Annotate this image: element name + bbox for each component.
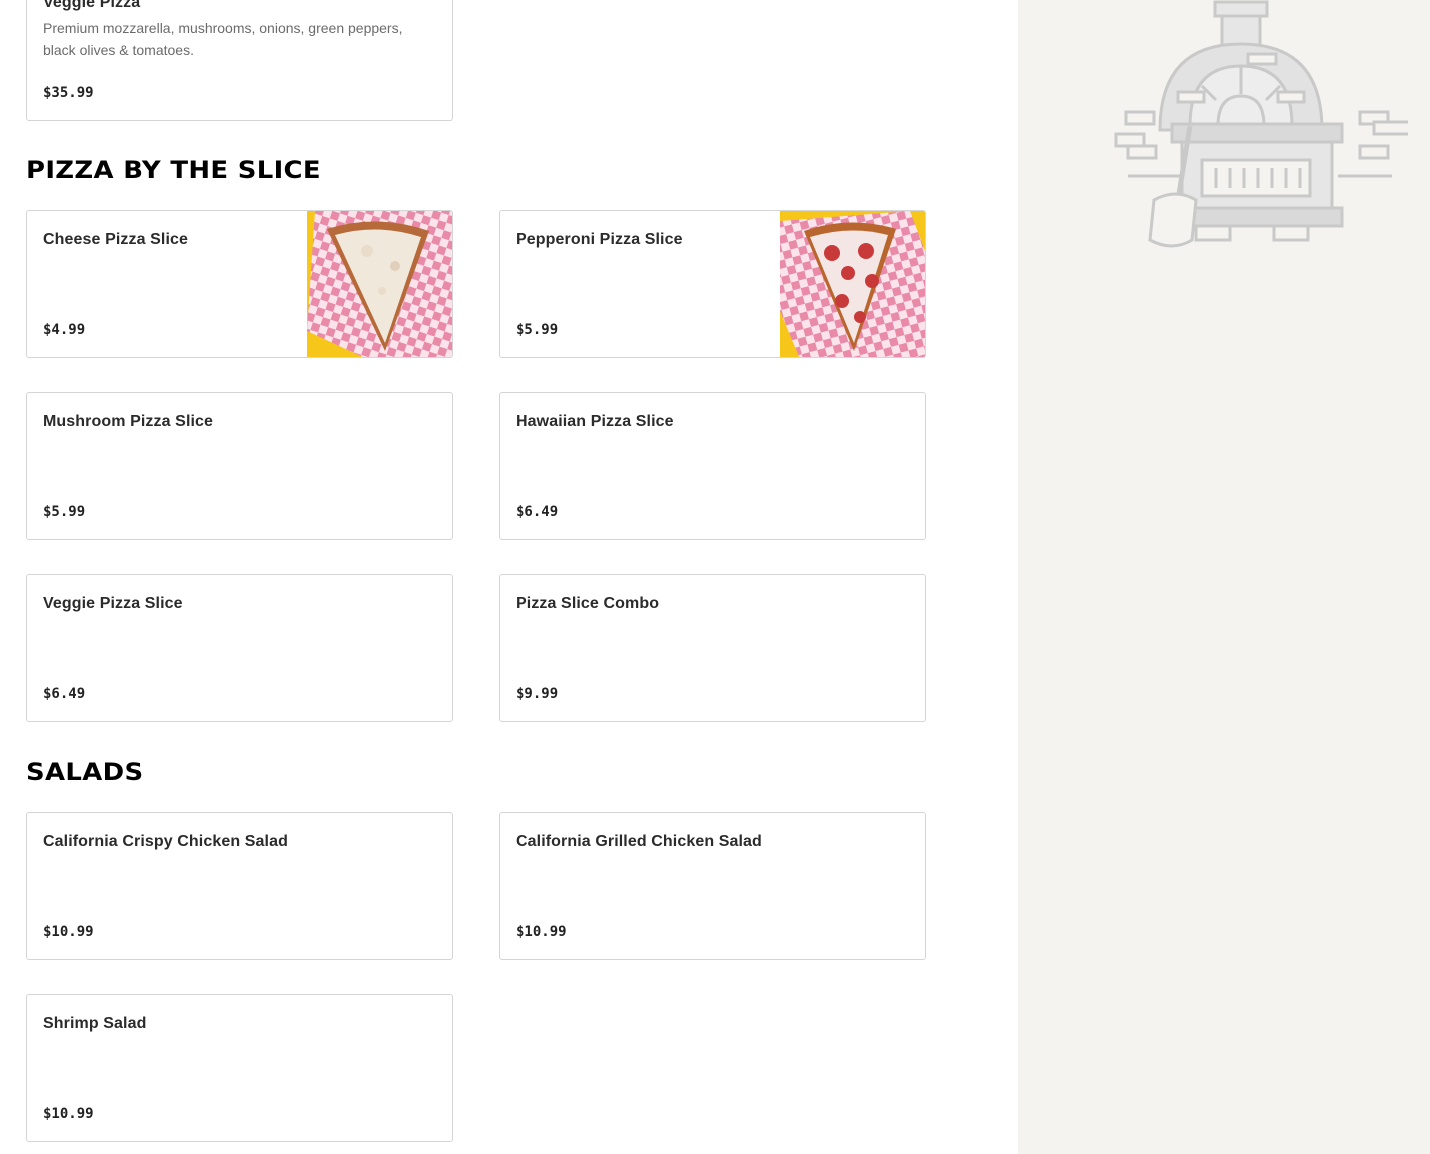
- menu-item-card[interactable]: Mushroom Pizza Slice $5.99: [26, 392, 453, 540]
- menu-item-price: $35.99: [43, 85, 94, 101]
- menu-item-name: Pizza Slice Combo: [516, 595, 660, 612]
- menu-item-card[interactable]: Shrimp Salad $10.99: [26, 994, 453, 1142]
- menu-item-price: $6.49: [516, 504, 559, 520]
- menu-item-price: $5.99: [516, 322, 559, 338]
- menu-item-card[interactable]: Hawaiian Pizza Slice $6.49: [499, 392, 926, 540]
- menu-item-name: Mushroom Pizza Slice: [43, 413, 214, 430]
- menu-item-price: $9.99: [516, 686, 559, 702]
- menu-item-price: $5.99: [43, 504, 86, 520]
- sidebar-panel: [1018, 0, 1430, 1154]
- menu-item-name: California Crispy Chicken Salad: [43, 833, 288, 850]
- menu-item-card[interactable]: Cheese Pizza Slice $4.99: [26, 210, 453, 358]
- menu-item-name: Shrimp Salad: [43, 1015, 147, 1032]
- section-title-slices: PIZZA BY THE SLICE: [26, 156, 321, 184]
- menu-item-name: Pepperoni Pizza Slice: [516, 231, 683, 248]
- menu-item-name: Veggie Pizza: [43, 0, 141, 11]
- cheese-slice-photo: [307, 211, 452, 357]
- menu-item-price: $10.99: [43, 924, 94, 940]
- menu-item-card[interactable]: Pepperoni Pizza Slice $5.99: [499, 210, 926, 358]
- menu-item-name: California Grilled Chicken Salad: [516, 833, 762, 850]
- menu-item-card[interactable]: Pizza Slice Combo $9.99: [499, 574, 926, 722]
- menu-item-name: Veggie Pizza Slice: [43, 595, 183, 612]
- pepperoni-slice-photo: [780, 211, 925, 357]
- menu-item-price: $4.99: [43, 322, 86, 338]
- section-title-salads: SALADS: [26, 758, 144, 786]
- menu-item-price: $10.99: [43, 1106, 94, 1122]
- menu-item-card[interactable]: Veggie Pizza Slice $6.49: [26, 574, 453, 722]
- menu-item-card[interactable]: Veggie Pizza Premium mozzarella, mushroo…: [26, 0, 453, 121]
- menu-item-price: $6.49: [43, 686, 86, 702]
- menu-item-price: $10.99: [516, 924, 567, 940]
- menu-item-card[interactable]: California Crispy Chicken Salad $10.99: [26, 812, 453, 960]
- menu-item-name: Hawaiian Pizza Slice: [516, 413, 674, 430]
- menu-item-name: Cheese Pizza Slice: [43, 231, 188, 248]
- pizza-oven-illustration: [1114, 0, 1408, 248]
- menu-item-card[interactable]: California Grilled Chicken Salad $10.99: [499, 812, 926, 960]
- menu-item-description: Premium mozzarella, mushrooms, onions, g…: [43, 20, 403, 58]
